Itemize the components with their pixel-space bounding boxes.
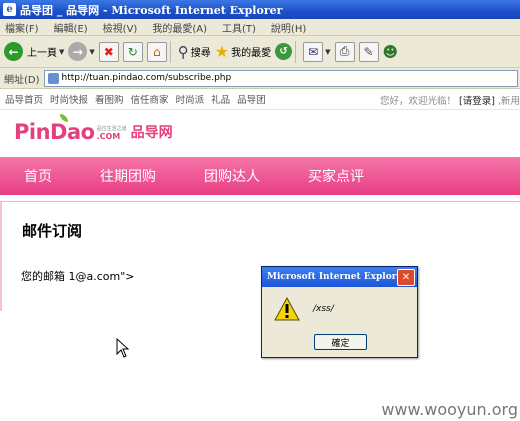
nav-home[interactable]: 首页 xyxy=(24,166,52,186)
search-icon: ⚲ xyxy=(177,42,189,61)
logo-tagline: 品位生活之道 xyxy=(96,126,127,132)
main-nav: 首页 往期团购 团购达人 买家点评 xyxy=(0,157,520,195)
warning-icon xyxy=(274,297,300,321)
email-line: 您的邮箱 1@a.com"> xyxy=(21,270,135,283)
site-logo[interactable]: PinDao 品位生活之道 .COM 品导网 xyxy=(14,114,173,144)
alert-dialog: Microsoft Internet Explorer ✕ /xss/ 確定 xyxy=(261,266,418,358)
watermark: www.wooyun.org xyxy=(381,400,518,419)
menu-bar: 檔案(F) 編輯(E) 檢視(V) 我的最愛(A) 工具(T) 說明(H) xyxy=(0,19,520,36)
history-icon: ↺ xyxy=(275,43,293,60)
mail-button[interactable]: ✉ ▼ xyxy=(303,41,331,62)
print-button[interactable]: ⎙ xyxy=(334,41,355,62)
logo-text: PinDao xyxy=(14,120,95,144)
dialog-title: Microsoft Internet Explorer xyxy=(262,267,417,287)
chevron-down-icon[interactable]: ▼ xyxy=(325,48,330,56)
chevron-down-icon[interactable]: ▼ xyxy=(89,48,94,56)
page-title: 邮件订阅 xyxy=(22,222,83,240)
menu-edit[interactable]: 編輯(E) xyxy=(49,20,93,35)
stop-icon: ✖ xyxy=(98,41,119,62)
star-icon: ★ xyxy=(214,42,230,61)
logo-com: .COM xyxy=(96,132,121,141)
refresh-icon: ↻ xyxy=(122,41,143,62)
topnav-link-home[interactable]: 品导首页 xyxy=(5,92,43,106)
dialog-message: /xss/ xyxy=(313,304,334,314)
back-button[interactable]: ← 上一頁 ▼ xyxy=(4,42,64,61)
search-button[interactable]: ⚲ 搜尋 xyxy=(178,43,211,61)
logo-small: 品位生活之道 .COM xyxy=(97,125,127,141)
greeting: 您好，欢迎光临！ [请登录] ,新用 xyxy=(380,93,520,107)
topnav-link-gifts[interactable]: 礼品 xyxy=(211,92,230,106)
history-button[interactable]: ↺ xyxy=(275,43,293,60)
print-icon: ⎙ xyxy=(334,41,355,62)
subscribe-panel: 邮件订阅 您的邮箱 1@a.com"> xyxy=(0,201,520,312)
forward-arrow-icon: → xyxy=(68,42,88,61)
mouse-cursor-icon xyxy=(116,338,130,358)
menu-favorites[interactable]: 我的最愛(A) xyxy=(147,20,212,35)
address-box[interactable] xyxy=(43,69,518,87)
nav-group-experts[interactable]: 团购达人 xyxy=(204,166,260,186)
topnav-link-pictures[interactable]: 看图购 xyxy=(95,92,124,106)
toolbar-divider xyxy=(169,40,171,63)
back-arrow-icon: ← xyxy=(4,42,23,61)
home-button[interactable]: ⌂ xyxy=(146,41,167,62)
topnav-link-trusted[interactable]: 信任商家 xyxy=(131,92,169,106)
topnav-link-news[interactable]: 时尚快报 xyxy=(50,92,88,106)
login-link[interactable]: [请登录] xyxy=(459,96,495,107)
address-label: 網址(D) xyxy=(4,74,40,86)
window-title: 品导团 _ 品导网 - Microsoft Internet Explorer xyxy=(20,3,283,17)
refresh-button[interactable]: ↻ xyxy=(122,41,143,62)
address-input[interactable] xyxy=(61,73,462,83)
menu-view[interactable]: 檢視(V) xyxy=(98,20,143,35)
menu-file[interactable]: 檔案(F) xyxy=(0,20,44,35)
window-titlebar: e 品导团 _ 品导网 - Microsoft Internet Explore… xyxy=(0,0,520,19)
messenger-icon: ☻ xyxy=(382,42,399,61)
logo-cn: 品导网 xyxy=(130,125,173,141)
new-user-link[interactable]: ,新用 xyxy=(498,96,520,107)
menu-tools[interactable]: 工具(T) xyxy=(217,20,261,35)
topnav-link-group[interactable]: 品导团 xyxy=(237,92,266,106)
greeting-text: 您好，欢迎光临！ xyxy=(379,96,456,107)
favorites-button[interactable]: ★ 我的最愛 xyxy=(215,42,271,61)
ok-button[interactable]: 確定 xyxy=(314,334,367,350)
home-icon: ⌂ xyxy=(146,41,167,62)
edit-button[interactable]: ✎ xyxy=(358,41,379,62)
menu-help[interactable]: 說明(H) xyxy=(266,20,311,35)
address-bar: 網址(D) xyxy=(0,68,520,89)
back-label: 上一頁 xyxy=(27,48,57,59)
search-label: 搜尋 xyxy=(190,48,211,59)
web-page: 品导首页 时尚快报 看图购 信任商家 时尚派 礼品 品导团 您好，欢迎光临！ [… xyxy=(0,89,520,421)
favorites-label: 我的最愛 xyxy=(231,48,272,59)
forward-button[interactable]: → ▼ xyxy=(68,42,95,61)
chevron-down-icon[interactable]: ▼ xyxy=(59,48,64,56)
toolbar-divider xyxy=(295,40,297,63)
nav-past-deals[interactable]: 往期团购 xyxy=(100,166,156,186)
nav-reviews[interactable]: 买家点评 xyxy=(308,166,364,186)
ie-logo-icon: e xyxy=(3,3,16,16)
edit-icon: ✎ xyxy=(358,41,379,62)
toolbar: ← 上一頁 ▼ → ▼ ✖ ↻ ⌂ ⚲ 搜尋 ★ 我的最愛 ↺ ✉ ▼ ⎙ ✎ … xyxy=(0,36,520,68)
topnav-link-fashion[interactable]: 时尚派 xyxy=(176,92,205,106)
page-icon xyxy=(47,72,59,84)
messenger-button[interactable]: ☻ xyxy=(383,43,399,61)
site-top-nav: 品导首页 时尚快报 看图购 信任商家 时尚派 礼品 品导团 您好，欢迎光临！ [… xyxy=(0,89,520,110)
stop-button[interactable]: ✖ xyxy=(98,41,119,62)
mail-icon: ✉ xyxy=(303,41,324,62)
close-icon[interactable]: ✕ xyxy=(397,269,415,286)
